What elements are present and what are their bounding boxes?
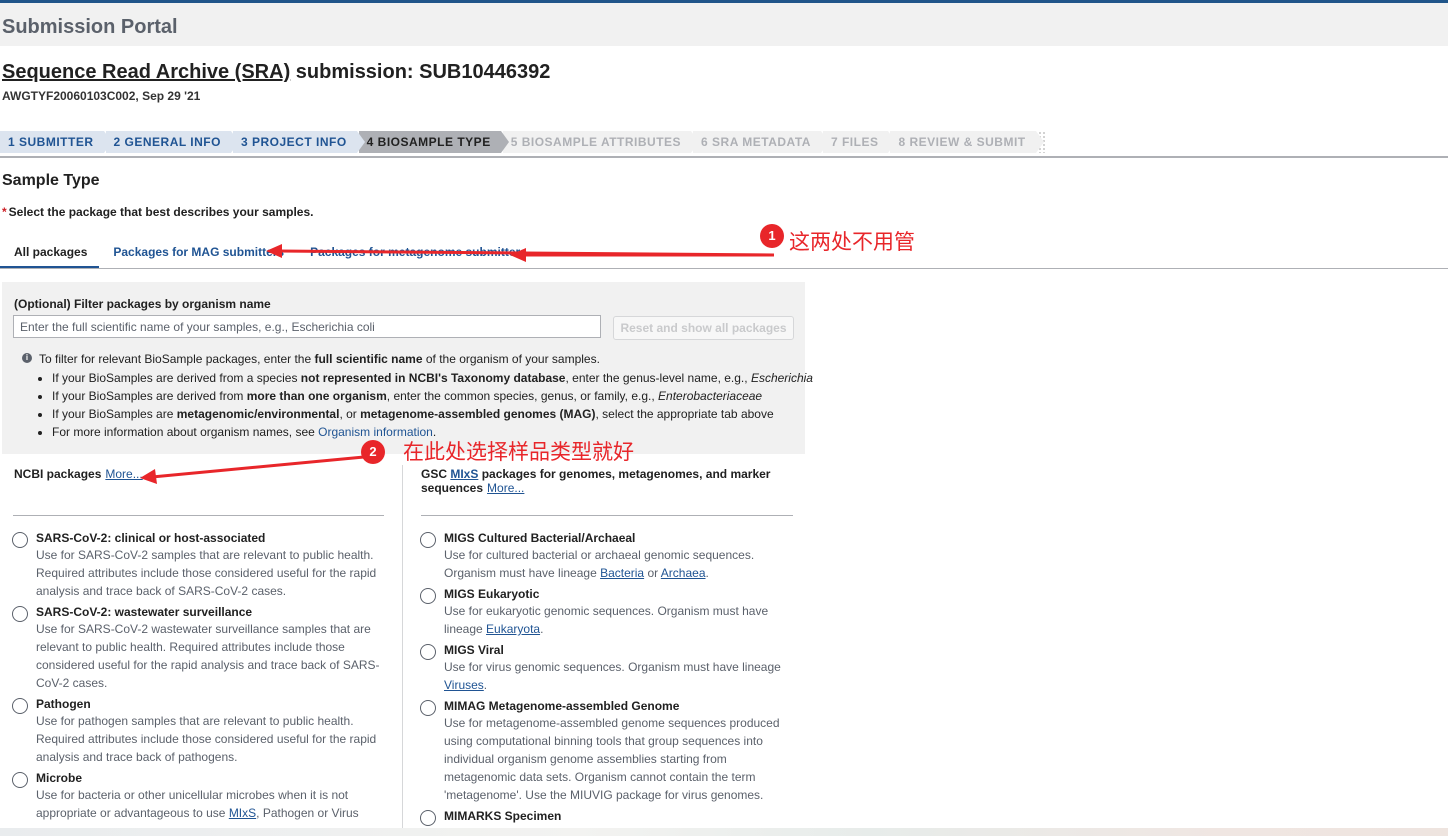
gsc-package-list: MIGS Cultured Bacterial/Archaeal Use for…: [420, 531, 792, 828]
step-files: 7 FILES: [822, 131, 896, 153]
package-title: MIGS Cultured Bacterial/Archaeal: [444, 531, 636, 545]
step-sra-metadata: 6 SRA METADATA: [693, 131, 829, 153]
tab-metagenome-packages[interactable]: Packages for metagenome submitters: [296, 241, 539, 269]
package-title: SARS-CoV-2: wastewater surveillance: [36, 605, 253, 619]
step-biosample-attributes: 5 BIOSAMPLE ATTRIBUTES: [502, 131, 700, 153]
help-prefix: To filter for relevant BioSample package…: [39, 352, 315, 366]
help-bullet: If your BioSamples are metagenomic/envir…: [52, 405, 813, 423]
ncbi-more-link[interactable]: More...: [105, 467, 142, 481]
tab-mag-packages[interactable]: Packages for MAG submitters: [99, 241, 296, 269]
radio-button[interactable]: [12, 772, 28, 788]
ncbi-heading-rule: [13, 515, 384, 516]
step-submitter[interactable]: 1 SUBMITTER: [0, 131, 111, 153]
package-title: MIGS Viral: [444, 643, 504, 657]
radio-button[interactable]: [420, 532, 436, 548]
help-bullet: If your BioSamples are derived from a sp…: [52, 369, 813, 387]
tabs-divider: [0, 268, 1448, 269]
package-option-migs-bacterial[interactable]: MIGS Cultured Bacterial/Archaeal Use for…: [420, 531, 792, 582]
package-description: Use for eukaryotic genomic sequences. Or…: [444, 604, 769, 636]
section-title: Sample Type: [2, 172, 100, 189]
instruction: * Select the package that best describes …: [2, 205, 313, 219]
package-option-microbe[interactable]: Microbe Use for bacteria or other unicel…: [12, 771, 380, 822]
step-project-info[interactable]: 3 PROJECT INFO: [232, 131, 365, 153]
required-marker: *: [2, 205, 7, 219]
organism-filter-panel: (Optional) Filter packages by organism n…: [2, 282, 813, 454]
step-biosample-type[interactable]: 4 BIOSAMPLE TYPE: [358, 131, 509, 153]
help-suffix: of the organism of your samples.: [422, 352, 600, 366]
ncbi-packages-heading: NCBI packages More...: [14, 467, 143, 481]
package-title: MIMAG Metagenome-assembled Genome: [444, 699, 680, 713]
page-title: Sequence Read Archive (SRA) submission: …: [2, 61, 550, 84]
annotation-arrow-2: [151, 455, 365, 479]
reset-packages-button[interactable]: Reset and show all packages: [613, 316, 794, 340]
package-option-sars-cov-2-clinical[interactable]: SARS-CoV-2: clinical or host-associated …: [12, 531, 380, 600]
step-review-submit: 8 REVIEW & SUBMIT: [890, 131, 1044, 153]
info-icon: i: [22, 353, 32, 363]
radio-button[interactable]: [420, 700, 436, 716]
package-description: Use for SARS-CoV-2 wastewater surveillan…: [36, 622, 380, 690]
package-description: Use for cultured bacterial or archaeal g…: [444, 548, 755, 580]
radio-button[interactable]: [12, 698, 28, 714]
package-description: Use for metagenome-assembled genome sequ…: [444, 716, 780, 802]
package-description: Use for virus genomic sequences. Organis…: [444, 660, 781, 692]
portal-title[interactable]: Submission Portal: [2, 16, 178, 39]
instruction-text: Select the package that best describes y…: [8, 205, 314, 219]
bottom-edge-strip: [0, 828, 1448, 836]
tab-all-packages[interactable]: All packages: [0, 241, 100, 269]
eukaryota-link[interactable]: Eukaryota: [486, 622, 540, 636]
sra-link[interactable]: Sequence Read Archive (SRA): [2, 61, 290, 83]
filter-help-list: If your BioSamples are derived from a sp…: [38, 369, 813, 441]
submission-subtitle: AWGTYF20060103C002, Sep 29 '21: [2, 89, 201, 103]
package-tabs: All packages Packages for MAG submitters…: [0, 241, 539, 269]
radio-button[interactable]: [12, 532, 28, 548]
gsc-heading-rule: [421, 515, 793, 516]
portal-header: Submission Portal: [0, 0, 1448, 46]
submission-id: submission: SUB10446392: [290, 61, 551, 83]
package-option-pathogen[interactable]: Pathogen Use for pathogen samples that a…: [12, 697, 380, 766]
annotation-badge-2: 2: [361, 440, 385, 464]
package-option-sars-cov-2-wastewater[interactable]: SARS-CoV-2: wastewater surveillance Use …: [12, 605, 380, 692]
viruses-link[interactable]: Viruses: [444, 678, 484, 692]
help-bullet: If your BioSamples are derived from more…: [52, 387, 813, 405]
package-description: Use for pathogen samples that are releva…: [36, 714, 377, 764]
wizard-steps: 1 SUBMITTER 2 GENERAL INFO 3 PROJECT INF…: [0, 131, 1046, 153]
radio-button[interactable]: [420, 810, 436, 826]
organism-filter-input[interactable]: [13, 315, 601, 338]
filter-help-text: To filter for relevant BioSample package…: [39, 352, 600, 366]
package-title: Pathogen: [36, 697, 91, 711]
filter-label: (Optional) Filter packages by organism n…: [14, 297, 271, 311]
gsc-more-link[interactable]: More...: [487, 481, 524, 495]
ncbi-package-list: SARS-CoV-2: clinical or host-associated …: [12, 531, 380, 827]
column-divider: [402, 465, 403, 836]
archaea-link[interactable]: Archaea: [661, 566, 706, 580]
package-title: SARS-CoV-2: clinical or host-associated: [36, 531, 266, 545]
mixs-heading-link[interactable]: MIxS: [450, 467, 478, 481]
radio-button[interactable]: [12, 606, 28, 622]
help-bold: full scientific name: [314, 352, 423, 366]
radio-button[interactable]: [420, 644, 436, 660]
annotation-text-1: 这两处不用管: [789, 231, 915, 254]
mixs-link[interactable]: MIxS: [229, 806, 256, 820]
package-option-mimarks-specimen[interactable]: MIMARKS Specimen: [420, 809, 792, 826]
package-title: MIGS Eukaryotic: [444, 587, 540, 601]
package-title: Microbe: [36, 771, 83, 785]
package-description: Use for SARS-CoV-2 samples that are rele…: [36, 548, 377, 598]
annotation-badge-1: 1: [760, 224, 784, 248]
radio-button[interactable]: [420, 588, 436, 604]
package-description: Use for bacteria or other unicellular mi…: [36, 788, 359, 820]
bacteria-link[interactable]: Bacteria: [600, 566, 644, 580]
gsc-packages-heading: GSC MIxS packages for genomes, metagenom…: [421, 467, 771, 495]
package-title: MIMARKS Specimen: [444, 809, 562, 823]
annotation-text-2: 在此处选择样品类型就好: [403, 441, 634, 464]
steps-divider: [0, 156, 1448, 158]
package-option-mimag[interactable]: MIMAG Metagenome-assembled Genome Use fo…: [420, 699, 792, 804]
package-option-migs-viral[interactable]: MIGS Viral Use for virus genomic sequenc…: [420, 643, 792, 694]
package-option-migs-eukaryotic[interactable]: MIGS Eukaryotic Use for eukaryotic genom…: [420, 587, 792, 638]
step-general-info[interactable]: 2 GENERAL INFO: [105, 131, 240, 153]
